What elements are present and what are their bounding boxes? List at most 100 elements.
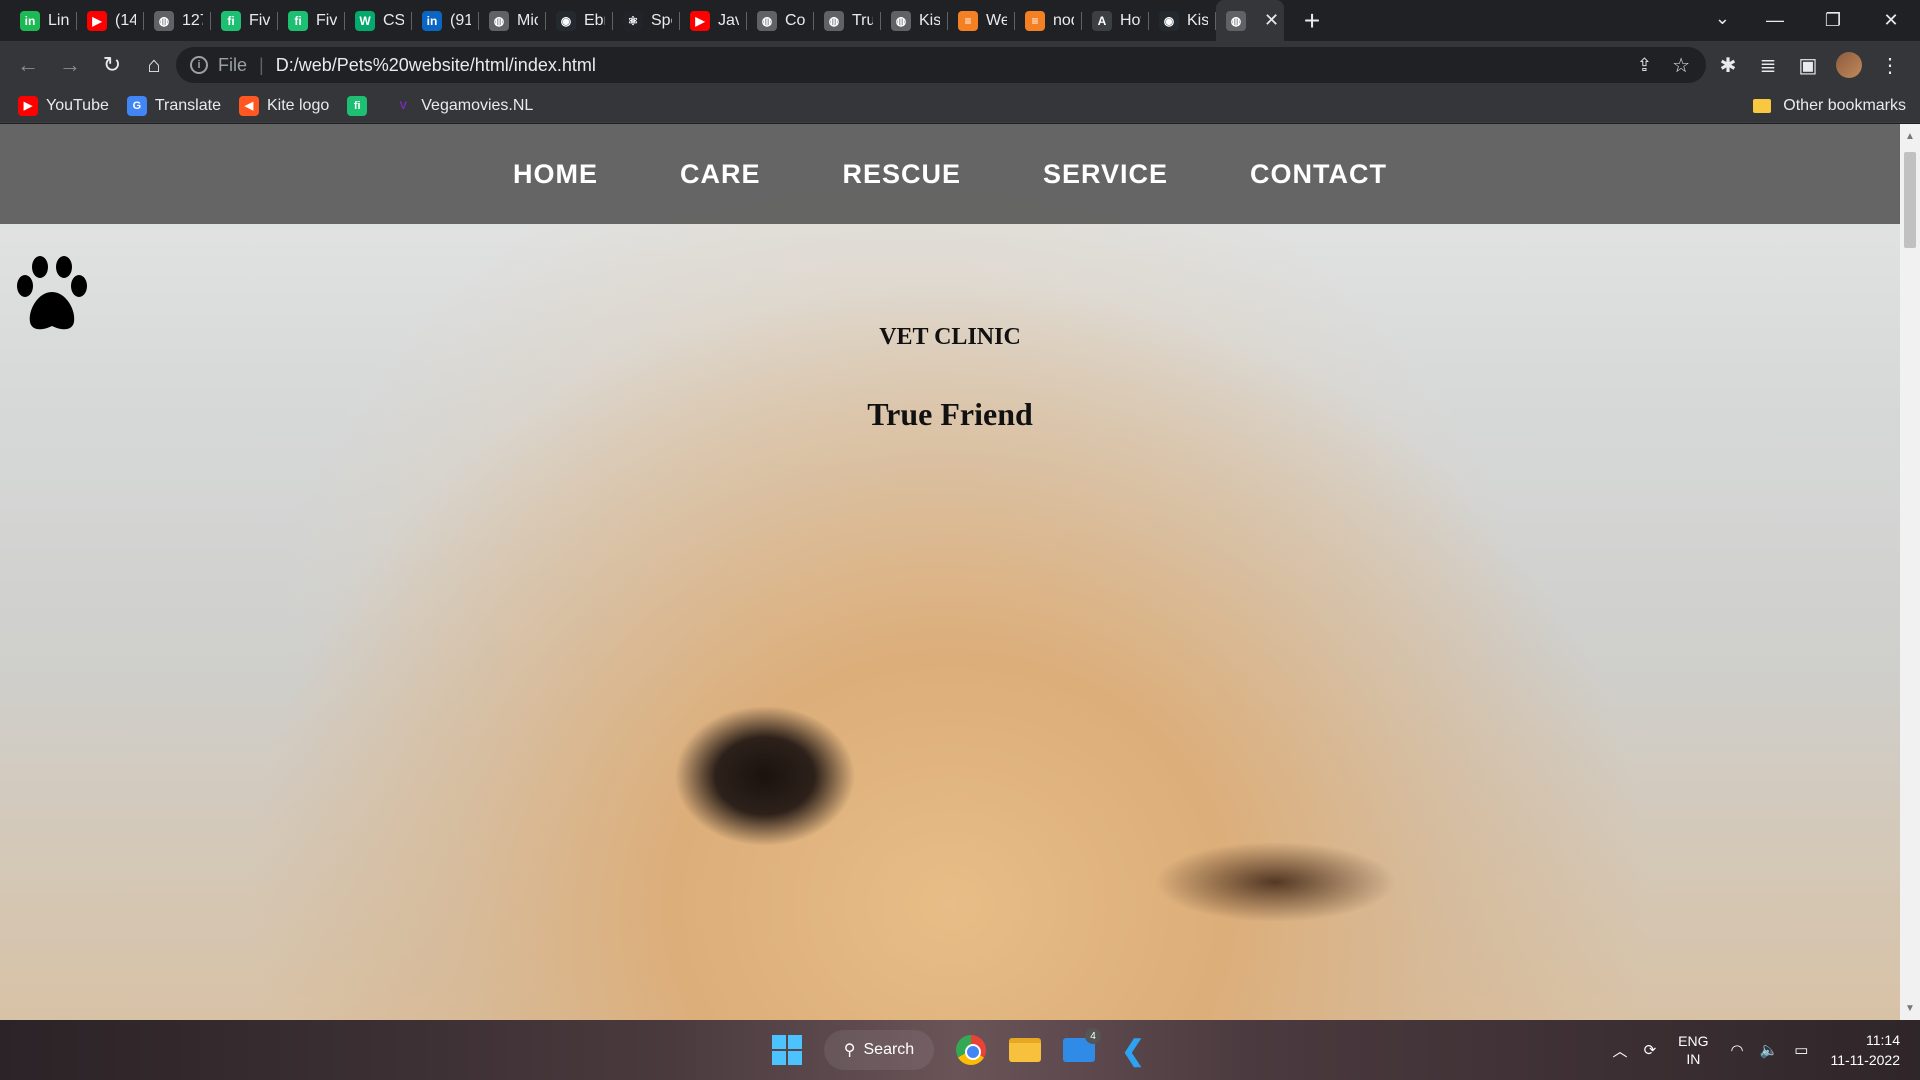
react-icon: ⚛: [623, 10, 643, 31]
minimize-button[interactable]: —: [1746, 0, 1804, 41]
tab[interactable]: ▶ (147: [77, 0, 144, 41]
start-button[interactable]: [763, 1026, 811, 1074]
scroll-down-arrow[interactable]: ▼: [1900, 1000, 1920, 1016]
tab-active[interactable]: ◍T✕: [1216, 0, 1284, 41]
site-info-icon[interactable]: i: [190, 56, 208, 74]
tab[interactable]: A How: [1082, 0, 1149, 41]
tab[interactable]: ≡ node: [1015, 0, 1082, 41]
nav-link-home[interactable]: HOME: [513, 159, 598, 190]
tab[interactable]: ▶ Java: [680, 0, 747, 41]
tab[interactable]: W CSS: [345, 0, 412, 41]
tab[interactable]: ◍ True: [814, 0, 881, 41]
bookmark-label: Vegamovies.NL: [421, 96, 534, 114]
tab[interactable]: ⚛ Spea: [613, 0, 680, 41]
youtube-icon: ▶: [87, 10, 107, 31]
mail-badge: 4: [1085, 1028, 1101, 1044]
tab[interactable]: ◍ Colo: [747, 0, 814, 41]
windows-taskbar: ⚲ Search 4 ❮ ︿ ⟳ ENG IN ◠ 🔈 ▭ 11:14 11-1…: [0, 1020, 1920, 1080]
tab[interactable]: fi Fiver: [278, 0, 345, 41]
fiverr-icon: fi: [347, 95, 368, 116]
tab-title: Linke: [48, 11, 69, 29]
volume-icon[interactable]: 🔈: [1760, 1041, 1779, 1059]
bookmark-item[interactable]: ▶ YouTube: [18, 95, 109, 116]
linkedin-icon: in: [422, 10, 442, 31]
mail-taskbar-button[interactable]: 4: [1055, 1026, 1103, 1074]
tab-title: Kishl: [1187, 11, 1208, 29]
tab[interactable]: ◍ Mich: [479, 0, 546, 41]
file-explorer-button[interactable]: [1001, 1026, 1049, 1074]
fiverr-icon: fi: [221, 10, 241, 31]
menu-kebab-icon[interactable]: ⋮: [1870, 45, 1910, 85]
tab[interactable]: fi Fiver: [211, 0, 278, 41]
paw-icon: [17, 256, 87, 330]
bookmark-item[interactable]: ◀ Kite logo: [238, 95, 330, 116]
tab-title: Java: [718, 11, 739, 29]
language-indicator[interactable]: ENG IN: [1678, 1032, 1708, 1068]
nav-link-care[interactable]: CARE: [680, 159, 761, 190]
nav-link-rescue[interactable]: RESCUE: [842, 159, 961, 190]
tab-search-button[interactable]: ⌄: [1715, 8, 1730, 29]
tab-title: Web: [986, 11, 1007, 29]
bookmark-item[interactable]: G Translate: [126, 95, 221, 116]
tab[interactable]: ◉ Ebm: [546, 0, 613, 41]
chrome-taskbar-button[interactable]: [947, 1026, 995, 1074]
tab-title: node: [1053, 11, 1074, 29]
home-button[interactable]: ⌂: [134, 45, 174, 85]
github-icon: ◉: [1159, 10, 1179, 31]
bookmark-item[interactable]: fi: [347, 95, 375, 116]
reload-button[interactable]: ↻: [92, 45, 132, 85]
close-window-button[interactable]: ✕: [1862, 0, 1920, 41]
bookmark-star-icon[interactable]: ☆: [1672, 53, 1690, 78]
tab-title: Kishl: [919, 11, 940, 29]
nav-link-contact[interactable]: CONTACT: [1250, 159, 1387, 190]
nav-link-service[interactable]: SERVICE: [1043, 159, 1168, 190]
globe-icon: ◍: [154, 10, 174, 31]
tab[interactable]: ◍ Kishl: [881, 0, 948, 41]
other-bookmarks[interactable]: Other bookmarks: [1753, 97, 1906, 115]
system-tray: ︿ ⟳ ENG IN ◠ 🔈 ▭ 11:14 11-11-2022: [1605, 1020, 1900, 1080]
restore-button[interactable]: ❐: [1804, 0, 1862, 41]
tab-title: CSS: [383, 11, 404, 29]
profile-avatar[interactable]: [1836, 52, 1862, 78]
taskbar-search[interactable]: ⚲ Search: [824, 1030, 934, 1070]
tab-title: Mich: [517, 11, 538, 29]
globe-icon: ◍: [1226, 10, 1246, 31]
tab-title: True: [852, 11, 873, 29]
vegamovies-icon: V: [399, 99, 407, 112]
bookmark-item[interactable]: V Vegamovies.NL: [393, 96, 534, 116]
scroll-up-arrow[interactable]: ▲: [1900, 128, 1920, 144]
page-viewport: HOME CARE RESCUE SERVICE CONTACT VET CLINIC …: [0, 124, 1920, 1020]
page-scrollbar[interactable]: ▲ ▼: [1900, 124, 1920, 1020]
forward-button[interactable]: →: [50, 45, 90, 85]
address-bar[interactable]: i File | D:/web/Pets%20website/html/inde…: [176, 47, 1706, 83]
fiverr-icon: fi: [288, 10, 308, 31]
bookmarks-bar: ▶ YouTube G Translate ◀ Kite logo fi V Vegamovie…: [0, 89, 1920, 123]
youtube-icon: ▶: [18, 95, 38, 116]
clock[interactable]: 11:14 11-11-2022: [1830, 1030, 1900, 1070]
back-button[interactable]: ←: [8, 45, 48, 85]
tab[interactable]: ◉ Kishl: [1149, 0, 1216, 41]
sync-icon[interactable]: ⟳: [1644, 1041, 1657, 1059]
close-tab-icon[interactable]: ✕: [1264, 10, 1279, 31]
tab[interactable]: ≡ Web: [948, 0, 1015, 41]
url-text[interactable]: D:/web/Pets%20website/html/index.html: [276, 55, 596, 76]
side-panel-icon[interactable]: ▣: [1788, 45, 1828, 85]
new-tab-button[interactable]: +: [1292, 1, 1332, 41]
bookmark-label: Kite logo: [266, 96, 330, 114]
tab[interactable]: ◍ 127.0: [144, 0, 211, 41]
vscode-taskbar-button[interactable]: ❮: [1109, 1026, 1157, 1074]
tab[interactable]: in Linke: [10, 0, 77, 41]
tab[interactable]: in (91): [412, 0, 479, 41]
media-control-icon[interactable]: ≣: [1748, 45, 1788, 85]
tab-title: Colo: [785, 11, 806, 29]
scroll-thumb[interactable]: [1904, 152, 1916, 248]
bookmark-label: Translate: [154, 96, 221, 114]
share-icon[interactable]: ⇪: [1637, 55, 1652, 76]
chevron-up-icon[interactable]: ︿: [1613, 1040, 1628, 1061]
tab-title: 127.0: [182, 11, 203, 29]
wifi-icon[interactable]: ◠: [1730, 1041, 1743, 1059]
battery-icon[interactable]: ▭: [1794, 1041, 1808, 1059]
file-explorer-icon: [1009, 1038, 1041, 1062]
extensions-icon[interactable]: ✱: [1708, 45, 1748, 85]
globe-icon: ◍: [824, 10, 844, 31]
